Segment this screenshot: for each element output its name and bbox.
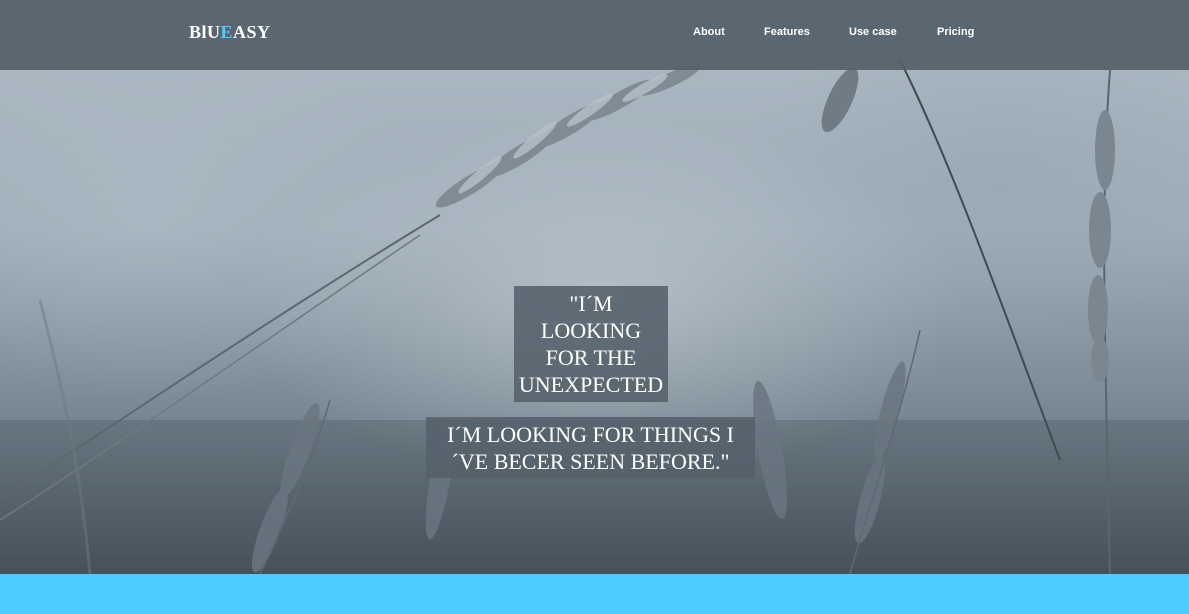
nav-link-use-case[interactable]: Use case <box>849 26 897 38</box>
hero-subtitle-line: ´VE BECER SEEN BEFORE." <box>451 449 730 474</box>
nav-link-pricing[interactable]: Pricing <box>937 26 974 38</box>
top-navbar: BlUEASY About Features Use case Pricing <box>0 0 1189 70</box>
hero-subtitle-box: I´M LOOKING FOR THINGS I ´VE BECER SEEN … <box>426 417 755 478</box>
hero-quote-line: UNEXPECTED <box>518 372 664 397</box>
hero-quote-text: "I´M LOOKING FOR THE UNEXPECTED <box>514 290 668 398</box>
nav-link-about[interactable]: About <box>693 26 725 38</box>
hero-subtitle-line: I´M LOOKING FOR THINGS I <box>447 422 734 447</box>
hero-quote-box: "I´M LOOKING FOR THE UNEXPECTED <box>514 286 668 402</box>
logo-text-end: ASY <box>233 22 271 42</box>
brand-logo[interactable]: BlUEASY <box>189 22 271 43</box>
hero-subtitle-text: I´M LOOKING FOR THINGS I ´VE BECER SEEN … <box>426 421 755 475</box>
nav-link-features[interactable]: Features <box>764 26 810 38</box>
hero-section: "I´M LOOKING FOR THE UNEXPECTED I´M LOOK… <box>0 0 1189 574</box>
hero-quote-line: "I´M <box>569 291 613 316</box>
hero-quote-line: LOOKING <box>540 318 642 343</box>
logo-text-start: BlU <box>189 22 221 42</box>
section-divider-band <box>0 574 1189 614</box>
logo-text-accent: E <box>220 22 234 42</box>
hero-quote-line: FOR THE <box>545 345 637 370</box>
